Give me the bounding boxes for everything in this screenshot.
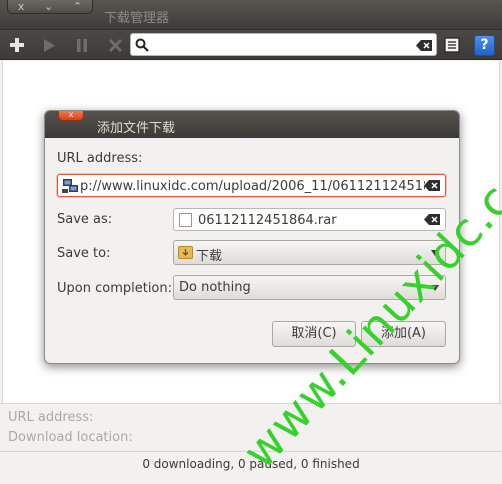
x-icon — [108, 38, 122, 52]
dialog-close-button[interactable]: x — [58, 111, 84, 121]
help-button[interactable]: ? — [474, 35, 495, 56]
upon-completion-value: Do nothing — [179, 280, 251, 295]
clear-url-icon[interactable] — [424, 180, 440, 191]
network-icon — [62, 179, 78, 193]
upon-completion-label: Upon completion: — [57, 281, 173, 296]
save-to-value: 下载 — [196, 249, 223, 264]
resume-button[interactable] — [38, 34, 60, 56]
add-download-dialog: x 添加文件下载 URL address: Save as: Save to: … — [44, 110, 460, 364]
cancel-button[interactable]: 取消(C) — [272, 321, 356, 347]
clear-filename-icon[interactable] — [424, 214, 440, 225]
plus-icon — [10, 38, 24, 52]
upon-completion-select[interactable]: Do nothing — [173, 275, 446, 300]
dialog-titlebar: x 添加文件下载 — [45, 111, 459, 138]
search-field[interactable] — [130, 33, 437, 56]
search-icon — [135, 38, 149, 52]
file-icon — [179, 213, 192, 227]
clear-search-icon[interactable] — [416, 40, 432, 51]
window-controls: x ⌄ ⌃ — [7, 0, 93, 14]
add-button[interactable]: 添加(A) — [361, 321, 446, 347]
dialog-title: 添加文件下载 — [97, 121, 176, 136]
url-address-label: URL address: — [57, 151, 143, 166]
search-input[interactable] — [153, 36, 413, 54]
url-address-info-label: URL address: — [8, 410, 94, 425]
status-text: 0 downloading, 0 paused, 0 finished — [142, 457, 360, 471]
pause-icon — [77, 38, 87, 52]
save-as-field[interactable] — [173, 208, 446, 231]
save-as-label: Save as: — [57, 212, 113, 227]
download-location-info-label: Download location: — [8, 430, 133, 445]
close-window-button[interactable]: x — [18, 0, 25, 13]
minimize-window-button[interactable]: ⌄ — [44, 0, 53, 13]
maximize-window-button[interactable]: ⌃ — [73, 0, 82, 13]
save-as-input[interactable] — [198, 211, 418, 229]
save-to-folder-select[interactable]: 下载 — [173, 240, 446, 265]
window-title: 下载管理器 — [104, 11, 170, 26]
status-bar: 0 downloading, 0 paused, 0 finished — [0, 451, 502, 484]
url-input[interactable] — [80, 177, 425, 195]
download-info-panel: URL address: Download location: — [0, 403, 502, 451]
toolbar — [0, 30, 502, 60]
window-titlebar: x ⌄ ⌃ 下载管理器 — [0, 0, 502, 30]
remove-button[interactable] — [104, 34, 126, 56]
play-icon — [44, 38, 55, 52]
save-to-label: Save to: — [57, 246, 111, 261]
details-button[interactable] — [441, 34, 463, 56]
url-field[interactable] — [57, 174, 446, 197]
chevron-down-icon — [431, 250, 439, 256]
pause-button[interactable] — [71, 34, 93, 56]
chevron-down-icon — [431, 285, 439, 291]
details-icon — [444, 37, 460, 53]
add-download-button[interactable] — [6, 34, 28, 56]
download-folder-icon — [178, 246, 193, 259]
